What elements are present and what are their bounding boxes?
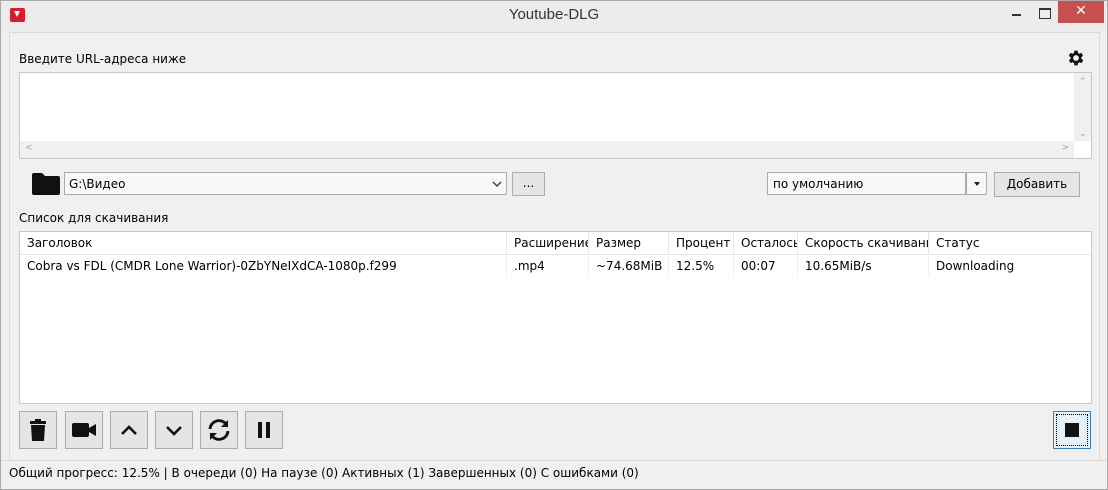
url-label: Введите URL-адреса ниже xyxy=(19,52,187,66)
url-horizontal-scrollbar[interactable]: < > xyxy=(20,141,1074,158)
scroll-up-icon[interactable]: ⌃ xyxy=(1079,77,1087,87)
url-textarea[interactable] xyxy=(23,76,1069,140)
format-dropdown-button[interactable] xyxy=(966,172,987,195)
save-path-dropdown[interactable]: G:\Видео xyxy=(64,172,507,195)
play-video-button[interactable] xyxy=(65,411,103,449)
cell-title: Cobra vs FDL (CMDR Lone Warrior)-0ZbYNeI… xyxy=(20,256,507,276)
cell-extension: .mp4 xyxy=(507,256,589,276)
cell-remaining: 00:07 xyxy=(734,256,798,276)
scroll-down-icon[interactable]: ⌄ xyxy=(1079,129,1087,139)
cell-speed: 10.65MiB/s xyxy=(798,256,929,276)
window-title: Youtube-DLG xyxy=(508,6,600,23)
chevron-up-icon xyxy=(121,425,137,435)
browse-button[interactable]: ... xyxy=(512,172,545,196)
column-header-size[interactable]: Размер xyxy=(589,232,669,255)
main-panel: Введите URL-адреса ниже ⌃ ⌄ < > G:\Видео… xyxy=(9,32,1100,483)
folder-icon xyxy=(32,173,60,195)
column-header-remaining[interactable]: Осталось xyxy=(734,232,798,255)
format-value: по умолчанию xyxy=(773,177,864,191)
column-header-percent[interactable]: Процент xyxy=(669,232,734,255)
pause-button[interactable] xyxy=(245,411,283,449)
url-vertical-scrollbar[interactable]: ⌃ ⌄ xyxy=(1074,73,1091,141)
refresh-icon xyxy=(208,419,230,441)
maximize-button[interactable] xyxy=(1031,1,1057,23)
gear-icon[interactable] xyxy=(1066,48,1086,68)
pause-icon xyxy=(258,422,270,438)
status-bar: Общий прогресс: 12.5% | В очереди (0) На… xyxy=(1,460,1107,486)
cell-status: Downloading xyxy=(936,259,1015,273)
video-camera-icon xyxy=(72,423,96,437)
scroll-left-icon[interactable]: < xyxy=(25,143,33,153)
save-path-value: G:\Видео xyxy=(69,177,126,191)
cell-percent: 12.5% xyxy=(669,256,734,276)
url-input-area[interactable]: ⌃ ⌄ < > xyxy=(19,72,1092,159)
title-bar: Youtube-DLG ✕ xyxy=(1,1,1107,31)
cell-size: ~74.68MiB xyxy=(589,256,669,276)
app-window: Youtube-DLG ✕ Введите URL-адреса ниже ⌃ … xyxy=(0,0,1108,490)
status-text: Общий прогресс: 12.5% | В очереди (0) На… xyxy=(9,466,639,480)
reload-button[interactable] xyxy=(200,411,238,449)
minimize-button[interactable] xyxy=(1004,1,1030,23)
scroll-right-icon[interactable]: > xyxy=(1061,143,1069,153)
table-row[interactable]: Cobra vs FDL (CMDR Lone Warrior)-0ZbYNeI… xyxy=(20,256,1091,276)
column-header-speed[interactable]: Скорость скачивания xyxy=(798,232,929,255)
column-header-status[interactable]: Статус xyxy=(929,232,1091,255)
close-icon: ✕ xyxy=(1075,3,1087,19)
format-field[interactable]: по умолчанию xyxy=(767,172,966,195)
move-up-button[interactable] xyxy=(110,411,148,449)
chevron-down-icon xyxy=(166,426,182,436)
trash-icon xyxy=(30,419,46,441)
column-header-extension[interactable]: Расширение xyxy=(507,232,589,255)
download-list-label: Список для скачивания xyxy=(19,211,169,225)
delete-button[interactable] xyxy=(19,411,57,449)
column-header-title[interactable]: Заголовок xyxy=(20,232,507,255)
download-list[interactable]: Заголовок Расширение Размер Процент Оста… xyxy=(19,231,1092,404)
stop-icon xyxy=(1065,423,1079,437)
stop-button[interactable] xyxy=(1053,411,1091,449)
add-button[interactable]: Добавить xyxy=(994,172,1080,197)
move-down-button[interactable] xyxy=(155,411,193,449)
list-header: Заголовок Расширение Размер Процент Оста… xyxy=(20,232,1091,255)
chevron-down-icon xyxy=(492,181,502,187)
close-button[interactable]: ✕ xyxy=(1058,1,1104,23)
